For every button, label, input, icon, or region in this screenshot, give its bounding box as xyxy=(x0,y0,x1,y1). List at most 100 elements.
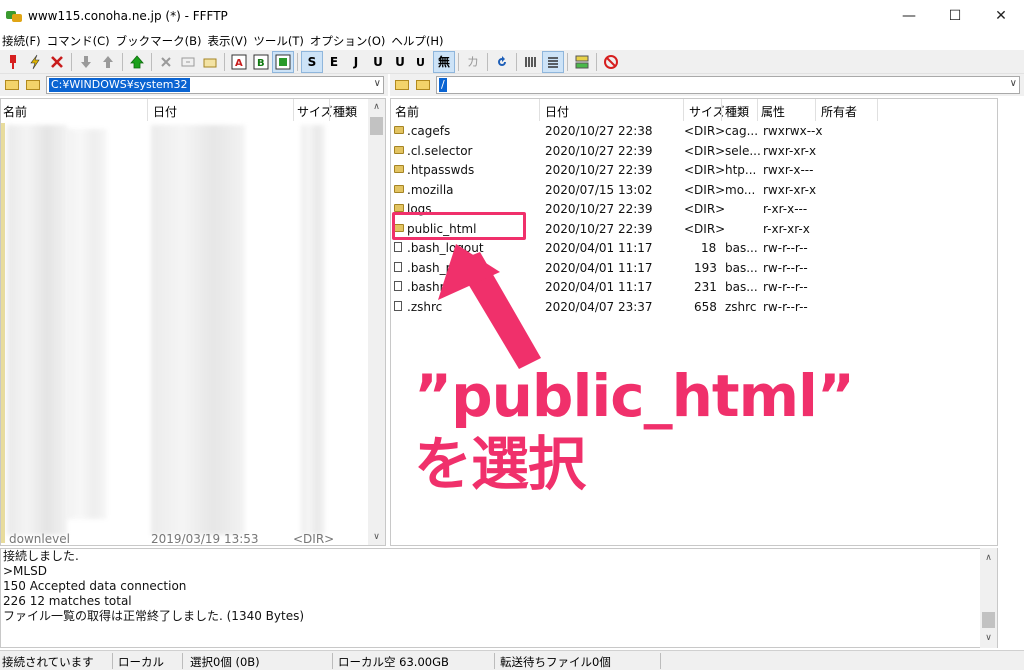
scroll-down-icon[interactable]: ∨ xyxy=(368,529,385,545)
chevron-down-icon[interactable]: ∨ xyxy=(374,78,381,89)
kana-convert-icon[interactable]: カ xyxy=(463,52,483,72)
local-open-folder-icon[interactable] xyxy=(24,76,42,94)
file-name: .htpasswds xyxy=(407,163,475,177)
file-name: .bash_logout xyxy=(407,241,484,255)
remote-header-perm[interactable]: 属性 xyxy=(761,103,785,120)
sync-icon[interactable] xyxy=(572,52,592,72)
table-row[interactable]: .cagefs 2020/10/27 22:38 <DIR> cag... rw… xyxy=(391,121,997,141)
table-row[interactable]: .bash_profile 2020/04/01 11:17 193 bas..… xyxy=(391,258,997,278)
file-size: 18 xyxy=(701,241,717,255)
remote-path-input[interactable]: / ∨ xyxy=(436,76,1020,94)
remote-header-type[interactable]: 種類 xyxy=(725,103,749,120)
kanji-utf8bom-icon[interactable]: U xyxy=(390,52,410,72)
local-header-date[interactable]: 日付 xyxy=(153,103,177,120)
local-path-bar: C:¥WINDOWS¥system32 ∨ xyxy=(0,74,388,96)
status-connection: 接続されています xyxy=(2,655,94,669)
table-row[interactable]: .cl.selector 2020/10/27 22:39 <DIR> sele… xyxy=(391,141,997,161)
scroll-up-icon[interactable]: ∧ xyxy=(980,550,997,566)
kanji-sjis-icon[interactable]: S xyxy=(301,50,323,73)
status-queue: 転送待ちファイル0個 xyxy=(500,655,611,669)
menu-command[interactable]: コマンド(C) xyxy=(45,33,114,49)
table-row[interactable]: .bash_logout 2020/04/01 11:17 18 bas... … xyxy=(391,238,997,258)
upload-icon[interactable] xyxy=(98,52,118,72)
kanji-none-icon[interactable]: 無 xyxy=(433,50,455,73)
remote-up-folder-icon[interactable] xyxy=(393,76,411,94)
maximize-button[interactable]: ☐ xyxy=(932,0,978,32)
local-partial-row[interactable]: downlevel 2019/03/19 13:53 <DIR> xyxy=(1,529,385,545)
ascii-mode-icon[interactable]: A xyxy=(229,52,249,72)
log-scroll-thumb[interactable] xyxy=(982,612,995,628)
file-size: <DIR> xyxy=(684,182,726,197)
log-line: ファイル一覧の取得は正常終了しました. (1340 Bytes) xyxy=(3,609,305,623)
log-line: 226 12 matches total xyxy=(3,594,132,608)
minimize-button[interactable]: — xyxy=(886,0,932,32)
remote-header-size[interactable]: サイズ xyxy=(689,103,725,120)
local-file-list[interactable]: 名前 日付 サイズ 種類 downlevel 2019/03/19 13:53 … xyxy=(0,98,386,546)
remote-open-folder-icon[interactable] xyxy=(414,76,432,94)
menu-options[interactable]: オプション(O) xyxy=(308,33,390,49)
kanji-utf8-icon[interactable]: U xyxy=(368,52,388,72)
list-view-icon[interactable] xyxy=(521,52,541,72)
disconnect-icon[interactable] xyxy=(47,52,67,72)
remote-header-name[interactable]: 名前 xyxy=(395,103,419,120)
close-button[interactable]: ✕ xyxy=(978,0,1024,32)
kanji-jis-icon[interactable]: J xyxy=(346,52,366,72)
kanji-utf8n-icon[interactable]: U xyxy=(412,52,432,72)
detail-view-icon[interactable] xyxy=(542,50,564,73)
log-scrollbar[interactable]: ∧ ∨ xyxy=(980,548,997,648)
binary-mode-icon[interactable]: B xyxy=(251,52,271,72)
table-row[interactable]: .bashrc 2020/04/01 11:17 231 bas... rw-r… xyxy=(391,277,997,297)
quick-connect-icon[interactable] xyxy=(25,52,45,72)
local-header-name[interactable]: 名前 xyxy=(3,103,27,120)
remote-header-owner[interactable]: 所有者 xyxy=(821,103,857,120)
file-type: mo... xyxy=(725,182,756,197)
file-type: htp... xyxy=(725,163,757,177)
file-size: 193 xyxy=(694,260,717,275)
mkdir-icon[interactable] xyxy=(200,52,220,72)
menu-connect[interactable]: 接続(F) xyxy=(0,33,45,49)
local-path-input[interactable]: C:¥WINDOWS¥system32 ∨ xyxy=(46,76,384,94)
remote-header-date[interactable]: 日付 xyxy=(545,103,569,120)
auto-mode-icon[interactable] xyxy=(272,50,294,73)
download-icon[interactable] xyxy=(76,52,96,72)
file-icon xyxy=(394,300,402,311)
menu-view[interactable]: 表示(V) xyxy=(205,33,251,49)
file-type: bas... xyxy=(725,241,758,255)
kanji-euc-icon[interactable]: E xyxy=(324,52,344,72)
menu-tools[interactable]: ツール(T) xyxy=(251,33,308,49)
folder-icon xyxy=(394,126,404,134)
table-row[interactable]: .zshrc 2020/04/07 23:37 658 zshrc rw-r--… xyxy=(391,297,997,317)
status-selection: 選択0個 (0B) xyxy=(190,655,260,669)
file-icon xyxy=(394,242,402,252)
file-date: 2020/07/15 13:02 xyxy=(545,182,653,197)
file-name: .bashrc xyxy=(407,280,451,294)
table-row[interactable]: .mozilla 2020/07/15 13:02 <DIR> mo... rw… xyxy=(391,180,997,200)
rename-icon[interactable] xyxy=(178,52,198,72)
chevron-down-icon[interactable]: ∨ xyxy=(1010,78,1017,89)
svg-text:U: U xyxy=(416,56,425,69)
blurred-sizes xyxy=(301,125,325,535)
stop-icon[interactable] xyxy=(601,52,621,72)
scroll-up-icon[interactable]: ∧ xyxy=(368,99,385,115)
log-panel[interactable]: 接続しました. >MLSD 150 Accepted data connecti… xyxy=(0,548,998,648)
file-size: <DIR> xyxy=(684,163,726,177)
scroll-down-icon[interactable]: ∨ xyxy=(980,630,997,646)
connect-icon[interactable] xyxy=(3,52,23,72)
local-header-size[interactable]: サイズ xyxy=(297,103,333,120)
delete-icon[interactable] xyxy=(156,52,176,72)
local-scroll-thumb[interactable] xyxy=(370,117,383,135)
title-bar: www115.conoha.ne.jp (*) - FFFTP — ☐ ✕ xyxy=(0,0,1024,32)
file-size: 231 xyxy=(694,280,717,294)
status-bar: 接続されています ローカル 選択0個 (0B) ローカル空 63.00GB 転送… xyxy=(0,650,1024,670)
local-scrollbar[interactable]: ∧ ∨ xyxy=(368,99,385,545)
file-date: 2020/10/27 22:39 xyxy=(545,221,653,236)
file-date: 2020/04/01 11:17 xyxy=(545,280,653,294)
menu-help[interactable]: ヘルプ(H) xyxy=(389,33,447,49)
menu-bookmark[interactable]: ブックマーク(B) xyxy=(114,33,206,49)
local-header-type[interactable]: 種類 xyxy=(333,103,357,120)
remote-column-header: 名前 日付 サイズ 種類 属性 所有者 xyxy=(391,99,997,121)
refresh-icon[interactable] xyxy=(492,52,512,72)
table-row[interactable]: .htpasswds 2020/10/27 22:39 <DIR> htp...… xyxy=(391,160,997,180)
local-up-folder-icon[interactable] xyxy=(3,76,21,94)
parent-folder-icon[interactable] xyxy=(127,52,147,72)
